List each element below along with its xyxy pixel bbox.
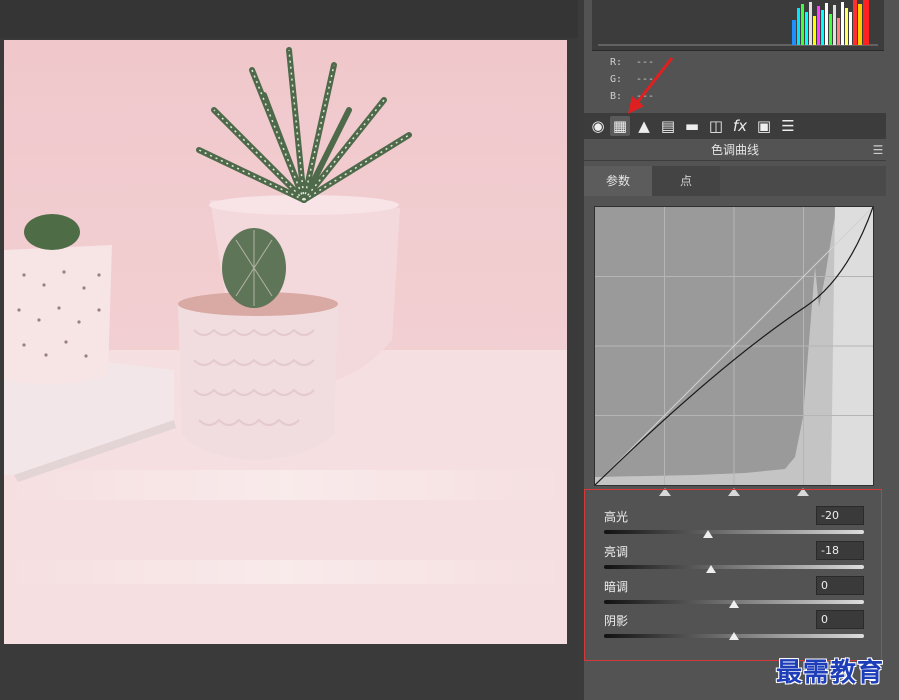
readout-r: R: --- [610, 57, 662, 68]
histogram-graph [592, 0, 884, 50]
panel-toolbar: ◉ ▦ ▲ ▤ ▬ ◫ fx ▣ ☰ [584, 113, 886, 139]
readout-g-label: G: [610, 74, 623, 85]
photo-preview[interactable] [4, 40, 567, 644]
readout-b-label: B: [610, 91, 623, 102]
readout-g: G: --- [610, 74, 662, 85]
tone-curve-icon[interactable]: ▦ [610, 116, 630, 136]
canvas-top-strip [0, 0, 578, 38]
presets-icon[interactable]: ☰ [778, 116, 798, 136]
panel-title: 色调曲线 [710, 143, 759, 157]
panel-title-bar: 色调曲线 ☰ [584, 140, 886, 161]
hsl-icon[interactable]: ▤ [658, 116, 678, 136]
slider-thumb[interactable] [729, 600, 739, 608]
slider-thumb[interactable] [705, 565, 716, 573]
slider-value-field[interactable]: 0 [816, 576, 864, 595]
readout-b-value: --- [636, 91, 655, 102]
panel-menu-icon[interactable]: ☰ [870, 142, 886, 158]
slider-track[interactable] [604, 530, 864, 534]
camera-calibration-icon[interactable]: ▣ [754, 116, 774, 136]
tab-parametric[interactable]: 参数 [584, 166, 652, 196]
readout-g-value: --- [636, 74, 655, 85]
effects-icon[interactable]: fx [730, 116, 750, 136]
slider-thumb[interactable] [703, 530, 713, 538]
slider-value-field[interactable]: -18 [816, 541, 864, 560]
slider-value-field[interactable]: -20 [816, 506, 864, 525]
lens-corrections-icon[interactable]: ◫ [706, 116, 726, 136]
slider-thumb[interactable] [729, 632, 739, 640]
readout-r-label: R: [610, 57, 623, 68]
tone-curve-graph[interactable] [594, 206, 874, 486]
slider-track[interactable] [604, 565, 864, 569]
slider-label: 阴影 [604, 614, 629, 628]
readout-b: B: --- [610, 91, 662, 102]
tone-curve-svg [594, 206, 874, 486]
slider-label: 高光 [604, 510, 629, 524]
basic-icon[interactable]: ◉ [588, 116, 608, 136]
slider-label: 亮调 [604, 545, 629, 559]
split-toning-icon[interactable]: ▬ [682, 116, 702, 136]
canvas-area [0, 0, 578, 700]
photo-image [4, 40, 567, 644]
readout-r-value: --- [636, 57, 655, 68]
detail-icon[interactable]: ▲ [634, 116, 654, 136]
curve-tabs: 参数 点 [584, 166, 886, 196]
slider-value-field[interactable]: 0 [816, 610, 864, 629]
tab-point[interactable]: 点 [652, 166, 720, 196]
watermark: 最需教育 [776, 658, 885, 688]
histogram [592, 0, 884, 51]
slider-label: 暗调 [604, 580, 629, 594]
